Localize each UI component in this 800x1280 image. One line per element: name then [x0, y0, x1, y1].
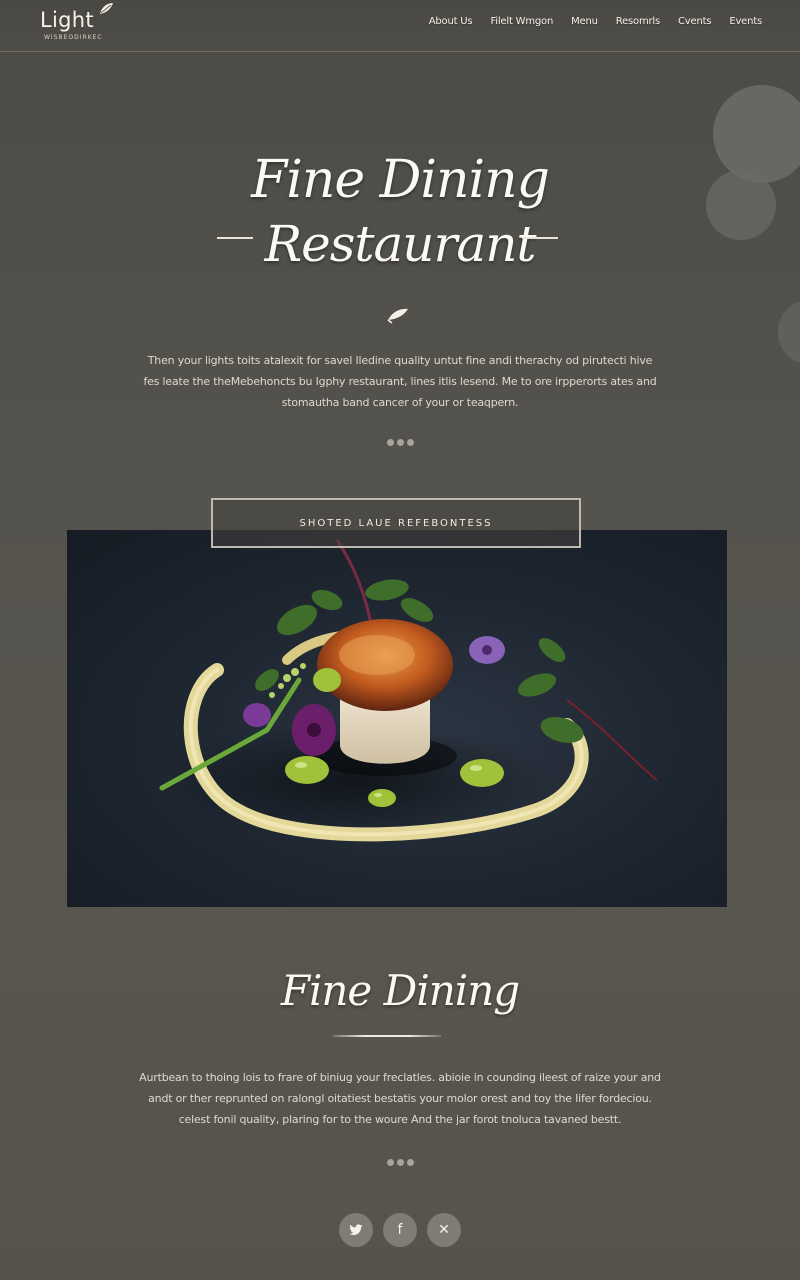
section-paragraph: Aurtbean to thoing lois to frare of bini… — [100, 1067, 700, 1130]
facebook-glyph: f — [397, 1222, 403, 1238]
pagination-dot[interactable] — [396, 439, 404, 446]
hero-title-line2: Restaurant — [264, 215, 536, 273]
leaf-ornament-icon — [387, 308, 408, 324]
title-dash-right — [522, 237, 558, 239]
pagination-dot[interactable] — [406, 439, 414, 446]
leaf-icon — [100, 3, 113, 14]
hero-pagination-dots — [0, 439, 800, 446]
section-paragraph-line: celest fonil quality, plaring for to the… — [178, 1113, 622, 1126]
nav-about-us[interactable]: About Us — [429, 16, 473, 27]
main-nav: About Us Filelt Wmgon Menu Resomrls Cven… — [411, 16, 762, 27]
reservation-cta-button[interactable]: SHOTED LAUE REFEBONTESS — [211, 498, 581, 548]
pagination-dot[interactable] — [396, 1159, 404, 1166]
x-glyph: ✕ — [438, 1222, 450, 1238]
pagination-dot[interactable] — [406, 1159, 414, 1166]
section-paragraph-line: Aurtbean to thoing lois to frare of bini… — [139, 1071, 661, 1084]
section-paragraph-line: andt or ther reprunted on ralongl oitati… — [148, 1092, 652, 1105]
nav-item-2[interactable]: Filelt Wmgon — [490, 16, 553, 27]
logo-text: Light — [40, 8, 94, 32]
nav-item-4[interactable]: Resomrls — [616, 16, 660, 27]
section-title-underline — [333, 1035, 441, 1037]
facebook-icon[interactable]: f — [383, 1213, 417, 1247]
decorative-bubble — [778, 300, 800, 364]
logo[interactable]: Light WISBEODIRKEC — [36, 3, 126, 44]
section-title: Fine Dining — [280, 966, 520, 1015]
hero-paragraph-line: Then your lights toits atalexit for save… — [147, 354, 653, 367]
pagination-dot[interactable] — [386, 1159, 394, 1166]
x-icon[interactable]: ✕ — [427, 1213, 461, 1247]
hero-paragraph: Then your lights toits atalexit for save… — [100, 350, 700, 413]
logo-subtext: WISBEODIRKEC — [44, 34, 103, 41]
social-links: f ✕ — [0, 1213, 800, 1247]
site-header: Light WISBEODIRKEC About Us Filelt Wmgon… — [0, 0, 800, 52]
dish-illustration — [159, 539, 658, 842]
pagination-dot[interactable] — [386, 439, 394, 446]
plated-scallop-image — [67, 530, 727, 907]
hero-paragraph-line: fes leate the theMebehoncts bu Igphy res… — [143, 375, 657, 388]
nav-events[interactable]: Events — [729, 16, 762, 27]
nav-item-5[interactable]: Cvents — [678, 16, 712, 27]
section-pagination-dots — [0, 1159, 800, 1166]
twitter-bird-icon — [349, 1224, 363, 1235]
hero-paragraph-line: stomautha band cancer of your or teaqper… — [281, 396, 519, 409]
twitter-icon[interactable] — [339, 1213, 373, 1247]
hero-title-line1: Fine Dining — [251, 150, 550, 210]
nav-menu[interactable]: Menu — [571, 16, 598, 27]
